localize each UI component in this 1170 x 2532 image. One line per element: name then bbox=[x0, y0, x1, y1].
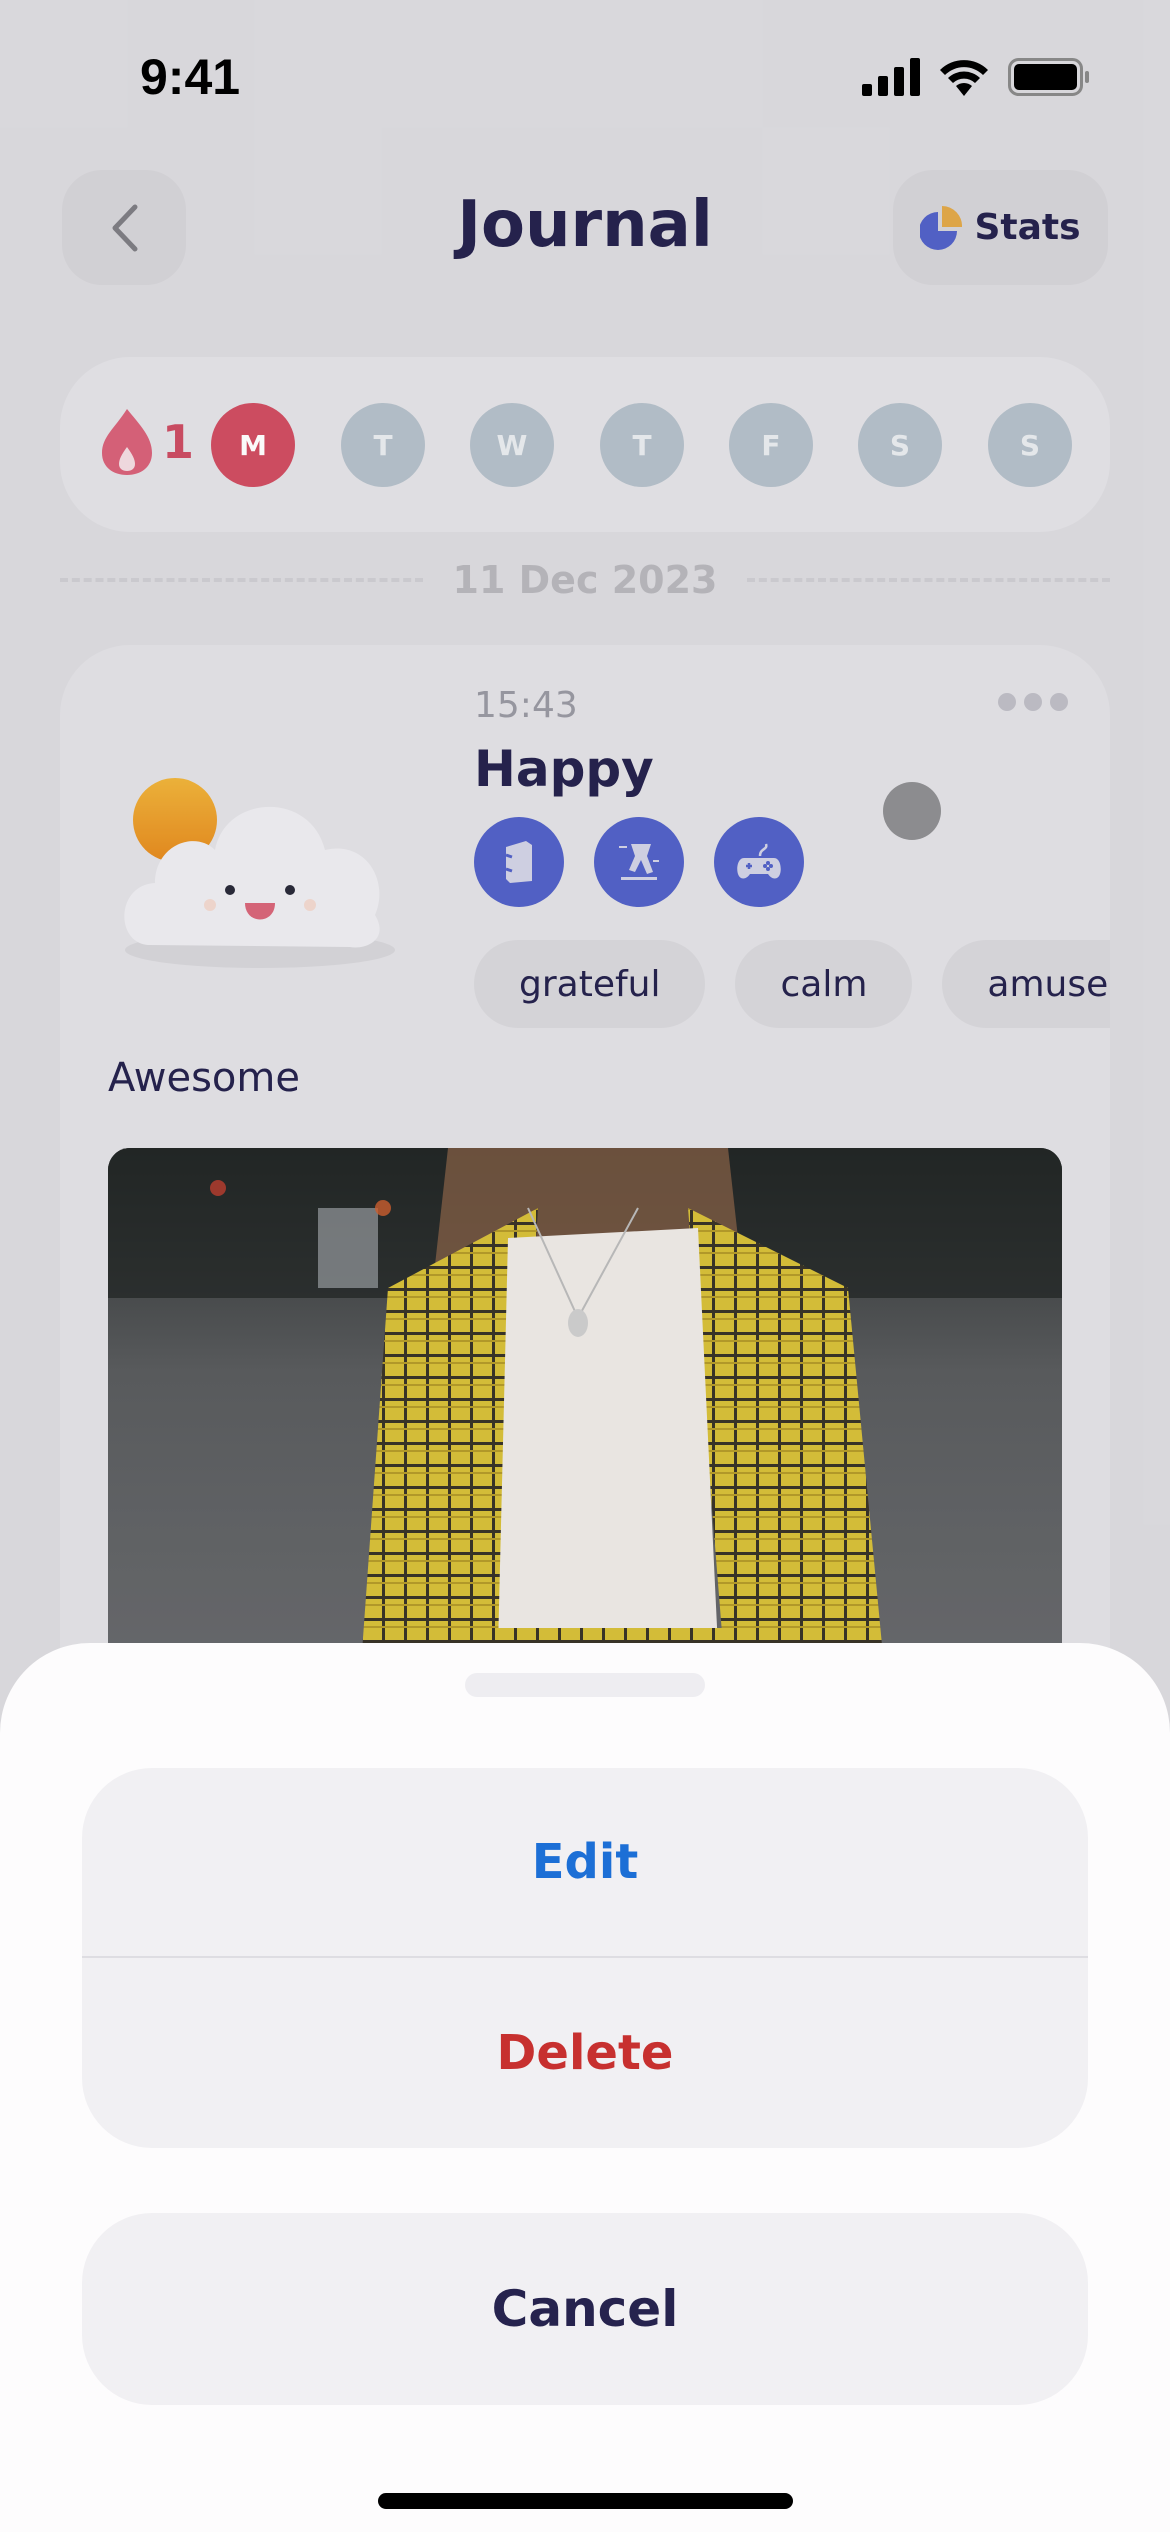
sheet-grabber[interactable] bbox=[465, 1673, 705, 1697]
edit-button[interactable]: Edit bbox=[82, 1768, 1088, 1958]
action-sheet: Edit Delete Cancel bbox=[0, 1643, 1170, 2532]
delete-button[interactable]: Delete bbox=[82, 1958, 1088, 2148]
home-indicator[interactable] bbox=[378, 2493, 793, 2509]
action-group: Edit Delete bbox=[82, 1768, 1088, 2148]
cancel-button[interactable]: Cancel bbox=[82, 2213, 1088, 2405]
